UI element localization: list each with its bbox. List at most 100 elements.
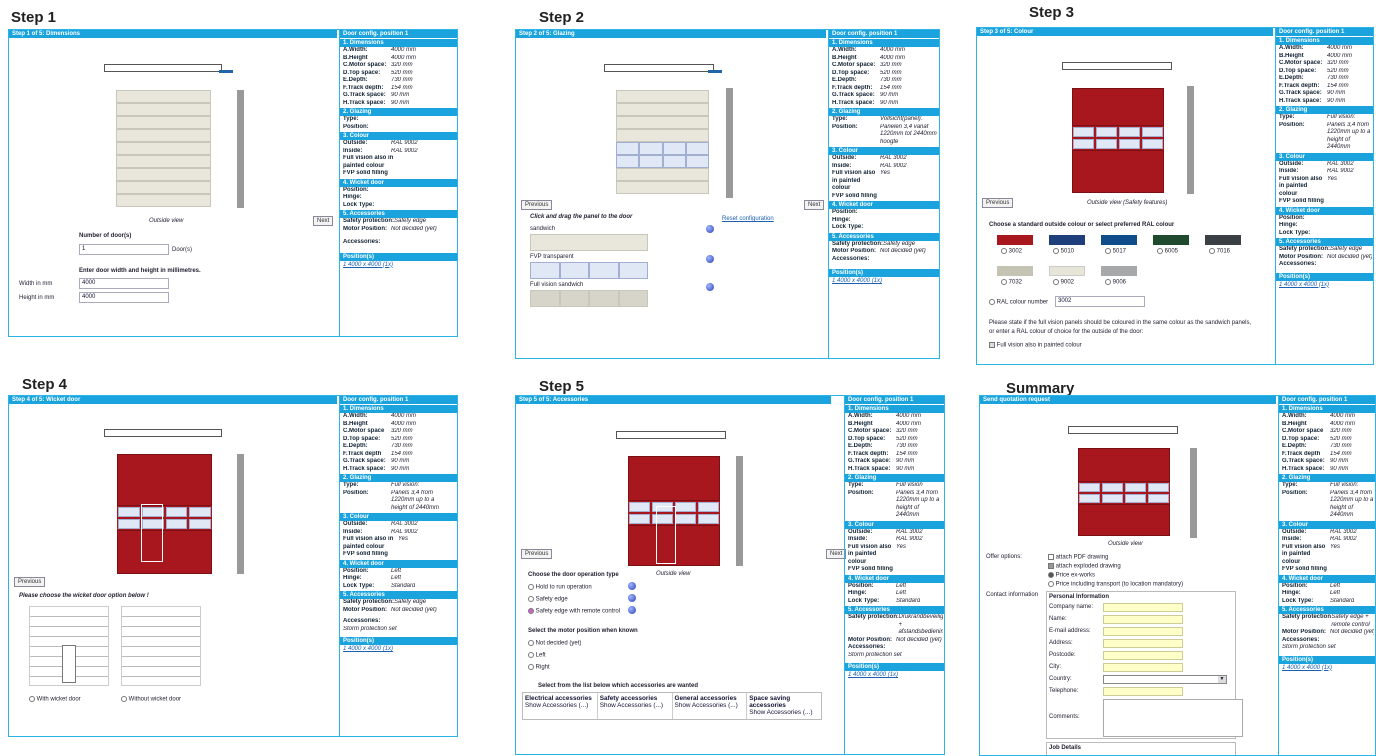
address-input[interactable]: [1103, 639, 1183, 648]
cat-safety[interactable]: Safety accessories Show Accessories (...): [598, 693, 673, 719]
motor-not-decided[interactable]: Not decided (yet): [528, 640, 581, 647]
panel-fvp-select-icon[interactable]: [706, 255, 714, 263]
chevron-down-icon: ▼: [1218, 676, 1226, 683]
comments-textarea[interactable]: [1103, 699, 1243, 737]
step5-wicket-outline: [656, 506, 676, 564]
swatch-5010[interactable]: [1049, 235, 1085, 245]
step3-screen: Step 3 of 5: Colour Previous Outside vie…: [976, 27, 1374, 365]
num-doors-label: Number of door(s): [79, 233, 132, 239]
swatch-6005-label: 6005: [1157, 248, 1178, 255]
without-wicket-radio[interactable]: Without wicket door: [121, 696, 181, 703]
step2-title: Step 2: [539, 9, 585, 26]
opt-pdf-drawing[interactable]: attach PDF drawing: [1048, 554, 1108, 561]
country-select[interactable]: ▼: [1103, 675, 1227, 684]
step1-next-button[interactable]: Next: [313, 216, 334, 226]
swatch-5017[interactable]: [1101, 235, 1137, 245]
motor-left[interactable]: Left: [528, 652, 546, 659]
personal-info-title: Personal Information: [1049, 594, 1110, 600]
position-link-4[interactable]: 1 4000 x 4000 (1x): [340, 645, 457, 653]
panel-sandwich-select-icon[interactable]: [706, 225, 714, 233]
swatch-9006[interactable]: [1101, 266, 1137, 276]
with-wicket-radio[interactable]: With wicket door: [29, 696, 81, 703]
op-hold-info-icon[interactable]: [628, 582, 636, 590]
step2-header: Step 2 of 5: Glazing: [516, 30, 826, 38]
step1-config-panel: Door config. position 1 1. Dimensions A.…: [339, 30, 457, 336]
panel-fvp-label: FVP transparent: [530, 254, 574, 260]
num-doors-input[interactable]: 1: [79, 244, 169, 255]
op-hold-to-run[interactable]: Hold to run operation: [528, 584, 592, 591]
section-wicket: 4. Wicket door: [340, 178, 457, 187]
swatch-3002[interactable]: [997, 235, 1033, 245]
op-remote-info-icon[interactable]: [628, 606, 636, 614]
swatch-9002[interactable]: [1049, 266, 1085, 276]
full-vision-note-2: or enter a RAL colour of choice for the …: [989, 329, 1144, 335]
ral-colour-input[interactable]: 3002: [1055, 296, 1145, 307]
panel-fullvision-sandwich[interactable]: [530, 290, 648, 307]
telephone-input[interactable]: [1103, 687, 1183, 696]
full-vision-painted-checkbox[interactable]: Full vision also in painted colour: [989, 342, 1082, 349]
company-input[interactable]: [1103, 603, 1183, 612]
country-label: Country:: [1049, 676, 1072, 682]
position-link[interactable]: 1 4000 x 4000 (1x): [340, 261, 457, 269]
swatch-7016[interactable]: [1205, 235, 1241, 245]
summary-outside-view: Outside view: [1108, 541, 1143, 547]
dims-list: A.Width: 4000 mm B.Height 4000 mm C.Motor …: [343, 47, 417, 106]
name-input[interactable]: [1103, 615, 1183, 624]
telephone-label: Telephone:: [1049, 688, 1079, 694]
config-title: Door config. position 1: [340, 30, 457, 38]
position-link-summary[interactable]: 1 4000 x 4000 (1x): [1279, 664, 1375, 672]
height-input[interactable]: 4000: [79, 292, 169, 303]
opt-price-ex-works[interactable]: Price ex-works: [1048, 572, 1095, 579]
summary-header: Send quotation request: [980, 396, 1276, 404]
summary-config-panel: Door config. position 1 1. Dimensions A.…: [1278, 396, 1375, 755]
without-wicket-preview[interactable]: [121, 606, 201, 686]
step4-door-drawing: [117, 454, 212, 574]
op-safety-remote[interactable]: Safety edge with remote control: [528, 608, 620, 615]
panel-sandwich[interactable]: [530, 234, 648, 251]
enter-dimensions-text: Enter door width and height in millimetr…: [79, 268, 201, 274]
panel-fullvision-select-icon[interactable]: [706, 283, 714, 291]
name-label: Name:: [1049, 616, 1067, 622]
cat-electrical[interactable]: Electrical accessories Show Accessories (…: [523, 693, 598, 719]
reset-configuration-link[interactable]: Reset configuration: [722, 216, 774, 222]
motor-right[interactable]: Right: [528, 664, 550, 671]
op-safety-edge[interactable]: Safety edge: [528, 596, 568, 603]
with-wicket-preview[interactable]: [29, 606, 109, 686]
choose-colour-text: Choose a standard outside colour or sele…: [989, 222, 1175, 228]
step5-previous-button[interactable]: Previous: [521, 549, 553, 559]
step5-outside-view: Outside view: [656, 571, 691, 577]
step1-motor-bar: [219, 70, 233, 73]
postcode-input[interactable]: [1103, 651, 1183, 660]
opt-price-transport[interactable]: Price including transport (to location m…: [1048, 581, 1183, 588]
email-input[interactable]: [1103, 627, 1183, 636]
cat-space-saving[interactable]: Space saving accessories Show Accessories…: [747, 693, 821, 719]
step2-next-button[interactable]: Next: [804, 200, 825, 210]
step2-previous-button[interactable]: Previous: [521, 200, 553, 210]
panel-fvp-transparent[interactable]: [530, 262, 648, 279]
step3-title: Step 3: [1029, 4, 1075, 21]
drag-instruction: Click and drag the panel to the door: [530, 214, 633, 220]
opt-exploded-drawing[interactable]: attach exploded drawing: [1048, 563, 1121, 570]
ral-colour-label: RAL colour number: [989, 299, 1048, 306]
step4-wicket-outline: [141, 504, 163, 562]
swatch-6005[interactable]: [1153, 235, 1189, 245]
email-label: E-mail address:: [1049, 628, 1091, 634]
position-link-2[interactable]: 1 4000 x 4000 (1x): [829, 277, 939, 285]
step4-previous-button[interactable]: Previous: [14, 577, 46, 587]
height-label: Height in mm: [19, 295, 55, 301]
width-input[interactable]: 4000: [79, 278, 169, 289]
step5-track-diagram: [616, 431, 726, 439]
step3-previous-button[interactable]: Previous: [982, 198, 1014, 208]
city-input[interactable]: [1103, 663, 1183, 672]
op-safety-info-icon[interactable]: [628, 594, 636, 602]
swatch-7032[interactable]: [997, 266, 1033, 276]
postcode-label: Postcode:: [1049, 652, 1076, 658]
step4-side-rail: [237, 454, 244, 574]
cat-general[interactable]: General accessories Show Accessories (...…: [673, 693, 748, 719]
position-link-3[interactable]: 1 4000 x 4000 (1x): [1276, 281, 1373, 289]
step1-title: Step 1: [11, 9, 57, 26]
position-link-5[interactable]: 1 4000 x 4000 (1x): [845, 671, 944, 679]
accessory-categories: Electrical accessories Show Accessories (…: [522, 692, 822, 720]
step4-header: Step 4 of 5: Wicket door: [9, 396, 337, 404]
step2-screen: Step 2 of 5: Glazing Previous Next Click…: [515, 29, 940, 359]
